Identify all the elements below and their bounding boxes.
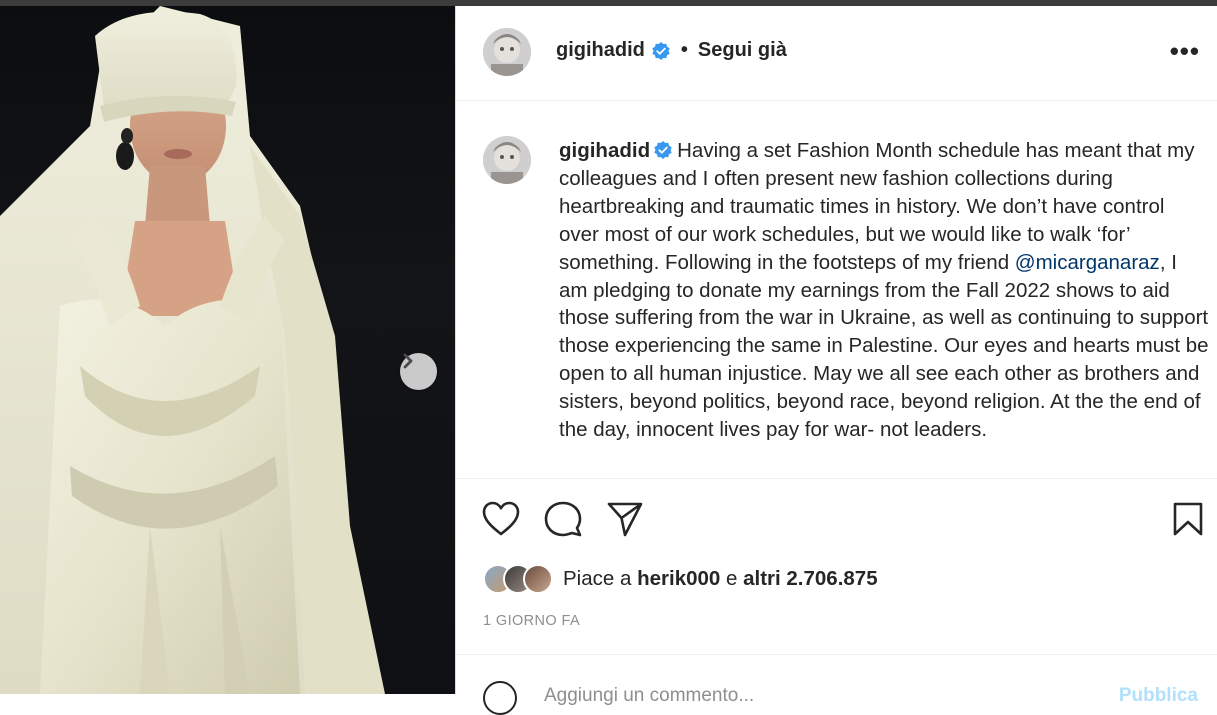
caption-text: gigihadid Having a set Fashion Month sche… — [559, 137, 1209, 444]
mention-link[interactable]: @micarganaraz — [1015, 251, 1160, 274]
post-timestamp[interactable]: 1 GIORNO FA — [483, 613, 580, 629]
author-username[interactable]: gigihadid — [556, 39, 645, 62]
heart-icon[interactable] — [482, 501, 520, 537]
follow-status-button[interactable]: Segui già — [698, 39, 787, 62]
author-line: gigihadid • Segui già — [556, 39, 787, 62]
more-options-button[interactable]: ••• — [1170, 36, 1200, 67]
likes-summary: Piace a herik000 e altri 2.706.875 — [483, 562, 878, 596]
liker-avatar[interactable] — [523, 564, 553, 594]
paper-plane-icon[interactable] — [606, 501, 644, 537]
likes-conjunction: e — [726, 567, 738, 590]
next-photo-button[interactable] — [400, 353, 437, 390]
caption-username[interactable]: gigihadid — [559, 139, 650, 162]
comment-input-row: Aggiungi un commento... Pubblica — [456, 654, 1217, 715]
author-avatar[interactable] — [483, 28, 531, 76]
likes-count-link[interactable]: altri 2.706.875 — [743, 567, 878, 590]
comment-input[interactable]: Aggiungi un commento... — [544, 685, 754, 707]
chevron-right-icon — [403, 353, 413, 369]
action-bar — [456, 478, 1217, 549]
comment-bubble-icon[interactable] — [544, 501, 582, 537]
verified-badge-icon — [652, 41, 670, 60]
likes-text: Piace a herik000 e altri 2.706.875 — [563, 567, 878, 591]
verified-badge-icon — [654, 141, 672, 159]
likes-prefix: Piace a — [563, 567, 632, 590]
caption-body-part2: , I am pledging to donate my earnings fr… — [559, 250, 1209, 442]
liker-username[interactable]: herik000 — [637, 567, 720, 590]
publish-button[interactable]: Pubblica — [1119, 685, 1198, 707]
post-header: gigihadid • Segui già ••• — [456, 6, 1217, 101]
emoji-icon[interactable] — [483, 681, 517, 715]
caption-author-avatar[interactable] — [483, 136, 531, 184]
avatar-image — [483, 28, 531, 76]
caption-section: gigihadid Having a set Fashion Month sche… — [456, 101, 1217, 477]
post-details-panel: gigihadid • Segui già ••• gigihadid Havin… — [455, 6, 1217, 715]
avatar-image — [483, 136, 531, 184]
runway-model-image — [0, 6, 385, 694]
post-photo — [0, 6, 455, 694]
follow-separator: • — [680, 39, 688, 61]
bookmark-icon[interactable] — [1172, 501, 1204, 537]
